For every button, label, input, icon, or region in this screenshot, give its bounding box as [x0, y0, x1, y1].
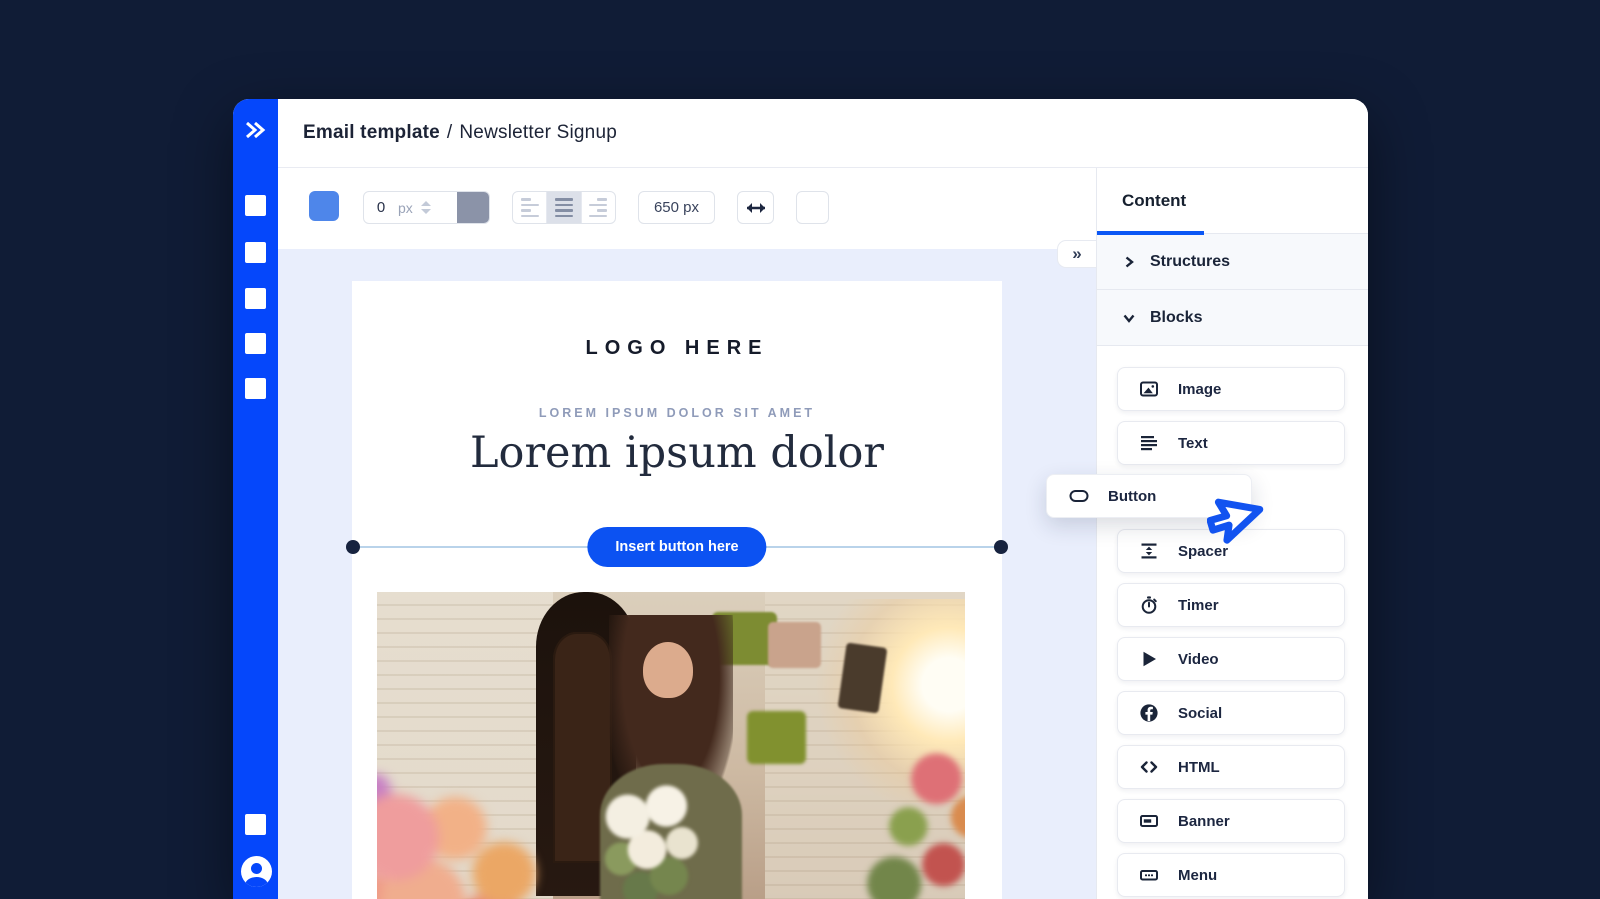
block-label: Image — [1178, 381, 1221, 398]
panel-collapse-button[interactable]: » — [1057, 240, 1096, 268]
padding-stepper[interactable]: 0 px — [363, 191, 490, 224]
alignment-group — [512, 191, 616, 224]
section-structures-label: Structures — [1150, 253, 1230, 271]
width-button[interactable]: 650 px — [638, 191, 715, 224]
photo-shelf-box — [747, 711, 806, 764]
florist-photo[interactable] — [377, 592, 965, 899]
blank-swatch-button[interactable] — [796, 191, 829, 224]
timer-icon — [1139, 595, 1159, 615]
align-justify-button[interactable] — [546, 192, 580, 223]
block-label: Video — [1178, 651, 1219, 668]
chevron-right-icon — [1123, 256, 1135, 268]
banner-icon — [1139, 811, 1159, 831]
block-label: Text — [1178, 435, 1208, 452]
email-page[interactable]: LOGO HERE LOREM IPSUM DOLOR SIT AMET Lor… — [352, 281, 1002, 899]
align-right-button[interactable] — [581, 192, 615, 223]
email-canvas: LOGO HERE LOREM IPSUM DOLOR SIT AMET Lor… — [278, 249, 1096, 899]
logo-placeholder-text[interactable]: LOGO HERE — [352, 337, 1002, 360]
photo-woman-face — [643, 642, 693, 698]
block-label: Button — [1108, 488, 1156, 505]
tab-active-underline — [1097, 231, 1204, 235]
sidebar-item-4[interactable] — [245, 333, 266, 354]
video-icon — [1139, 649, 1159, 669]
facebook-icon — [1139, 703, 1159, 723]
email-heading-text[interactable]: Lorem ipsum dolor — [352, 428, 1002, 478]
sidebar-item-2[interactable] — [245, 242, 266, 263]
text-icon — [1139, 433, 1159, 453]
photo-right-flowers — [859, 731, 965, 899]
avatar-head-icon — [251, 863, 262, 874]
stepper-down-icon[interactable] — [421, 209, 431, 214]
drop-handle-right[interactable] — [994, 540, 1008, 554]
double-chevron-right-icon: » — [1072, 245, 1081, 262]
email-subtitle-text[interactable]: LOREM IPSUM DOLOR SIT AMET — [352, 406, 1002, 420]
button-drop-zone[interactable]: Insert button here — [352, 526, 1002, 568]
breadcrumb-current: Newsletter Signup — [459, 122, 617, 143]
app-logo-chevrons-icon — [242, 116, 270, 144]
block-card-html[interactable]: HTML — [1117, 745, 1345, 789]
sidebar-item-1[interactable] — [245, 195, 266, 216]
horizontal-arrows-icon — [746, 201, 766, 215]
block-label: Banner — [1178, 813, 1230, 830]
sidebar-item-5[interactable] — [245, 378, 266, 399]
spacer-icon — [1139, 541, 1159, 561]
align-left-button[interactable] — [513, 192, 546, 223]
image-icon — [1139, 379, 1159, 399]
align-right-icon — [589, 198, 607, 217]
stepper-arrows[interactable] — [421, 201, 431, 214]
align-left-icon — [521, 198, 539, 217]
padding-value[interactable]: 0 — [364, 199, 398, 216]
menu-icon — [1139, 865, 1159, 885]
block-label: Social — [1178, 705, 1222, 722]
breadcrumb: Email template / Newsletter Signup — [303, 122, 617, 144]
block-label: Timer — [1178, 597, 1219, 614]
sidebar-item-settings[interactable] — [245, 814, 266, 835]
drop-handle-left[interactable] — [346, 540, 360, 554]
block-card-banner[interactable]: Banner — [1117, 799, 1345, 843]
padding-unit-label: px — [398, 200, 413, 216]
block-card-social[interactable]: Social — [1117, 691, 1345, 735]
avatar-torso-icon — [245, 877, 268, 887]
align-justify-icon — [555, 198, 573, 217]
breadcrumb-template: Email template — [303, 122, 440, 143]
app-sidebar — [233, 99, 278, 899]
section-structures[interactable]: Structures — [1097, 234, 1368, 290]
settings-toolbar: 0 px 650 px — [278, 168, 1096, 249]
sidebar-item-3[interactable] — [245, 288, 266, 309]
breadcrumb-separator: / — [447, 122, 452, 143]
section-blocks-label: Blocks — [1150, 309, 1202, 327]
block-label: HTML — [1178, 759, 1220, 776]
drag-cursor-icon — [1207, 495, 1269, 557]
block-card-timer[interactable]: Timer — [1117, 583, 1345, 627]
full-width-button[interactable] — [737, 191, 774, 224]
photo-lamp — [837, 642, 887, 713]
desktop-background: Email template / Newsletter Signup 0 px — [0, 0, 1600, 899]
button-pill-icon — [1069, 486, 1089, 506]
app-window: Email template / Newsletter Signup 0 px — [233, 99, 1368, 899]
blocks-list: Image Text — [1097, 346, 1368, 897]
block-card-menu[interactable]: Menu — [1117, 853, 1345, 897]
editor-area: 0 px 650 px — [278, 168, 1096, 899]
panel-tabs: Content — [1097, 168, 1368, 234]
avatar[interactable] — [241, 856, 272, 887]
section-blocks[interactable]: Blocks — [1097, 290, 1368, 346]
tab-content[interactable]: Content — [1122, 191, 1186, 211]
block-card-image[interactable]: Image — [1117, 367, 1345, 411]
block-card-video[interactable]: Video — [1117, 637, 1345, 681]
header-bar: Email template / Newsletter Signup — [278, 99, 1368, 168]
padding-color-swatch[interactable] — [457, 191, 489, 224]
stepper-up-icon[interactable] — [421, 201, 431, 206]
block-card-text[interactable]: Text — [1117, 421, 1345, 465]
chevron-down-icon — [1123, 312, 1135, 324]
color-swatch-button[interactable] — [309, 191, 339, 221]
block-label: Menu — [1178, 867, 1217, 884]
code-icon — [1139, 757, 1159, 777]
photo-foreground-flowers — [377, 774, 612, 899]
insert-button-here-button[interactable]: Insert button here — [587, 527, 766, 567]
